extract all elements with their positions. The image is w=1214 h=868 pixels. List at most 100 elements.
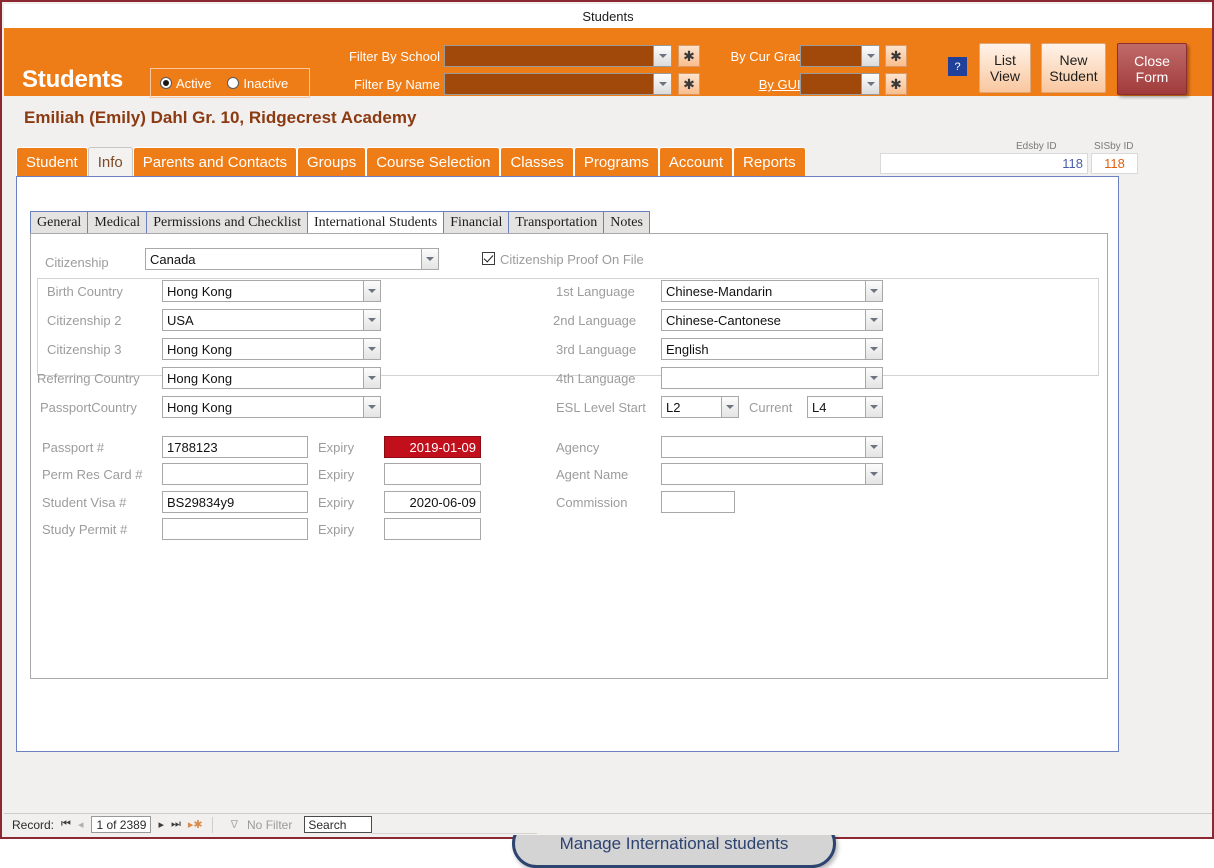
birth-country-combo[interactable]: Hong Kong bbox=[162, 280, 381, 302]
esl-current-combo[interactable]: L4 bbox=[807, 396, 883, 418]
filter-by-school-combo[interactable] bbox=[444, 45, 672, 67]
chevron-down-icon[interactable] bbox=[363, 396, 381, 418]
new-record-icon[interactable]: ▸✱ bbox=[188, 818, 203, 831]
citizenship-combo[interactable]: Canada bbox=[145, 248, 439, 270]
chevron-down-icon[interactable] bbox=[653, 46, 671, 66]
citizenship-3-combo[interactable]: Hong Kong bbox=[162, 338, 381, 360]
by-guid-clear-button[interactable]: ✱ bbox=[885, 73, 907, 95]
student-visa-number-input[interactable]: BS29834y9 bbox=[162, 491, 308, 513]
chevron-down-icon[interactable] bbox=[653, 74, 671, 94]
subtab-international-students[interactable]: International Students bbox=[306, 211, 445, 234]
citizenship-proof-checkbox[interactable] bbox=[482, 252, 495, 265]
tab-parents-and-contacts[interactable]: Parents and Contacts bbox=[132, 147, 298, 176]
record-number-input[interactable]: 1 of 2389 bbox=[91, 816, 152, 833]
perm-res-card-expiry-input[interactable] bbox=[384, 463, 481, 485]
radio-inactive[interactable]: Inactive bbox=[227, 76, 288, 91]
first-language-combo[interactable]: Chinese-Mandarin bbox=[661, 280, 883, 302]
passport-country-combo[interactable]: Hong Kong bbox=[162, 396, 381, 418]
fourth-language-combo[interactable] bbox=[661, 367, 883, 389]
second-language-combo[interactable]: Chinese-Cantonese bbox=[661, 309, 883, 331]
chevron-down-icon[interactable] bbox=[363, 367, 381, 389]
next-record-icon[interactable]: ▸ bbox=[158, 818, 164, 831]
chevron-down-icon[interactable] bbox=[865, 280, 883, 302]
help-button[interactable]: ? bbox=[948, 57, 967, 76]
tab-programs[interactable]: Programs bbox=[573, 147, 659, 176]
subtab-permissions-and-checklist[interactable]: Permissions and Checklist bbox=[146, 211, 308, 234]
referring-country-combo[interactable]: Hong Kong bbox=[162, 367, 381, 389]
citizenship-2-combo[interactable]: USA bbox=[162, 309, 381, 331]
new-student-button[interactable]: New Student bbox=[1041, 43, 1106, 93]
chevron-down-icon[interactable] bbox=[865, 338, 883, 360]
tab-groups[interactable]: Groups bbox=[297, 147, 367, 176]
esl-level-start-combo[interactable]: L2 bbox=[661, 396, 739, 418]
sisby-id-value: 118 bbox=[1091, 153, 1138, 174]
by-cur-grade-combo[interactable] bbox=[800, 45, 880, 67]
passport-expiry-input[interactable]: 2019-01-09 bbox=[384, 436, 481, 458]
passport-country-value: Hong Kong bbox=[167, 399, 233, 415]
student-visa-expiry-input[interactable]: 2020-06-09 bbox=[384, 491, 481, 513]
close-form-line1: Close bbox=[1134, 52, 1170, 69]
status-separator bbox=[211, 816, 213, 833]
close-form-button[interactable]: Close Form bbox=[1117, 43, 1187, 95]
last-record-icon[interactable]: ⏭ bbox=[171, 818, 181, 831]
app-title: Students bbox=[22, 66, 124, 93]
referring-country-label: Referring Country bbox=[37, 371, 140, 386]
status-bar: Record: ⏮ ◂ 1 of 2389 ▸ ⏭ ▸✱ ∇ No Filter… bbox=[4, 813, 1212, 835]
second-language-label: 2nd Language bbox=[553, 313, 637, 328]
student-visa-number-label: Student Visa # bbox=[42, 495, 127, 510]
chevron-down-icon[interactable] bbox=[865, 309, 883, 331]
chevron-down-icon[interactable] bbox=[363, 338, 381, 360]
app-header: Students Active Inactive Filter By Schoo… bbox=[4, 28, 1212, 98]
subtab-general[interactable]: General bbox=[30, 211, 89, 234]
radio-active[interactable]: Active bbox=[160, 76, 211, 91]
filter-by-name-value bbox=[445, 74, 449, 89]
chevron-down-icon[interactable] bbox=[363, 309, 381, 331]
subtab-transportation[interactable]: Transportation bbox=[508, 211, 605, 234]
filter-by-name-combo[interactable] bbox=[444, 73, 672, 95]
citizenship-2-value: USA bbox=[167, 312, 194, 328]
citizenship-2-label: Citizenship 2 bbox=[47, 313, 122, 328]
tab-classes[interactable]: Classes bbox=[500, 147, 574, 176]
agency-combo[interactable] bbox=[661, 436, 883, 458]
chevron-down-icon[interactable] bbox=[363, 280, 381, 302]
study-permit-number-input[interactable] bbox=[162, 518, 308, 540]
tab-student[interactable]: Student bbox=[16, 147, 88, 176]
chevron-down-icon[interactable] bbox=[865, 396, 883, 418]
by-guid-label[interactable]: By GUID bbox=[690, 77, 810, 92]
chevron-down-icon[interactable] bbox=[421, 248, 439, 270]
tab-reports[interactable]: Reports bbox=[733, 147, 806, 176]
chevron-down-icon[interactable] bbox=[865, 367, 883, 389]
chevron-down-icon[interactable] bbox=[861, 74, 879, 94]
chevron-down-icon[interactable] bbox=[721, 396, 739, 418]
esl-current-value: L4 bbox=[812, 399, 827, 415]
subtab-financial[interactable]: Financial bbox=[443, 211, 510, 234]
previous-record-icon[interactable]: ◂ bbox=[78, 818, 84, 831]
list-view-button[interactable]: List View bbox=[979, 43, 1031, 93]
passport-number-input[interactable]: 1788123 bbox=[162, 436, 308, 458]
tab-account[interactable]: Account bbox=[658, 147, 734, 176]
study-permit-expiry-input[interactable] bbox=[384, 518, 481, 540]
first-record-icon[interactable]: ⏮ bbox=[61, 818, 71, 831]
search-underline bbox=[372, 816, 538, 834]
agency-label: Agency bbox=[556, 440, 600, 455]
subtab-notes[interactable]: Notes bbox=[603, 211, 650, 234]
radio-inactive-label: Inactive bbox=[243, 75, 289, 91]
chevron-down-icon[interactable] bbox=[861, 46, 879, 66]
students-application-window: Students Students Active Inactive Filter… bbox=[0, 0, 1214, 868]
first-language-value: Chinese-Mandarin bbox=[666, 283, 773, 299]
chevron-down-icon[interactable] bbox=[865, 436, 883, 458]
tab-info[interactable]: Info bbox=[87, 147, 133, 176]
perm-res-card-number-input[interactable] bbox=[162, 463, 308, 485]
commission-input[interactable] bbox=[661, 491, 735, 513]
subtab-medical[interactable]: Medical bbox=[87, 211, 148, 234]
esl-level-start-label: ESL Level Start bbox=[556, 400, 646, 415]
student-name-heading: Emiliah (Emily) Dahl Gr. 10, Ridgecrest … bbox=[24, 108, 417, 127]
chevron-down-icon[interactable] bbox=[865, 463, 883, 485]
fourth-language-label: 4th Language bbox=[556, 371, 636, 386]
search-input[interactable]: Search bbox=[304, 816, 373, 833]
by-cur-grade-clear-button[interactable]: ✱ bbox=[885, 45, 907, 67]
by-guid-combo[interactable] bbox=[800, 73, 880, 95]
tab-course-selection[interactable]: Course Selection bbox=[366, 147, 501, 176]
third-language-combo[interactable]: English bbox=[661, 338, 883, 360]
agent-name-combo[interactable] bbox=[661, 463, 883, 485]
